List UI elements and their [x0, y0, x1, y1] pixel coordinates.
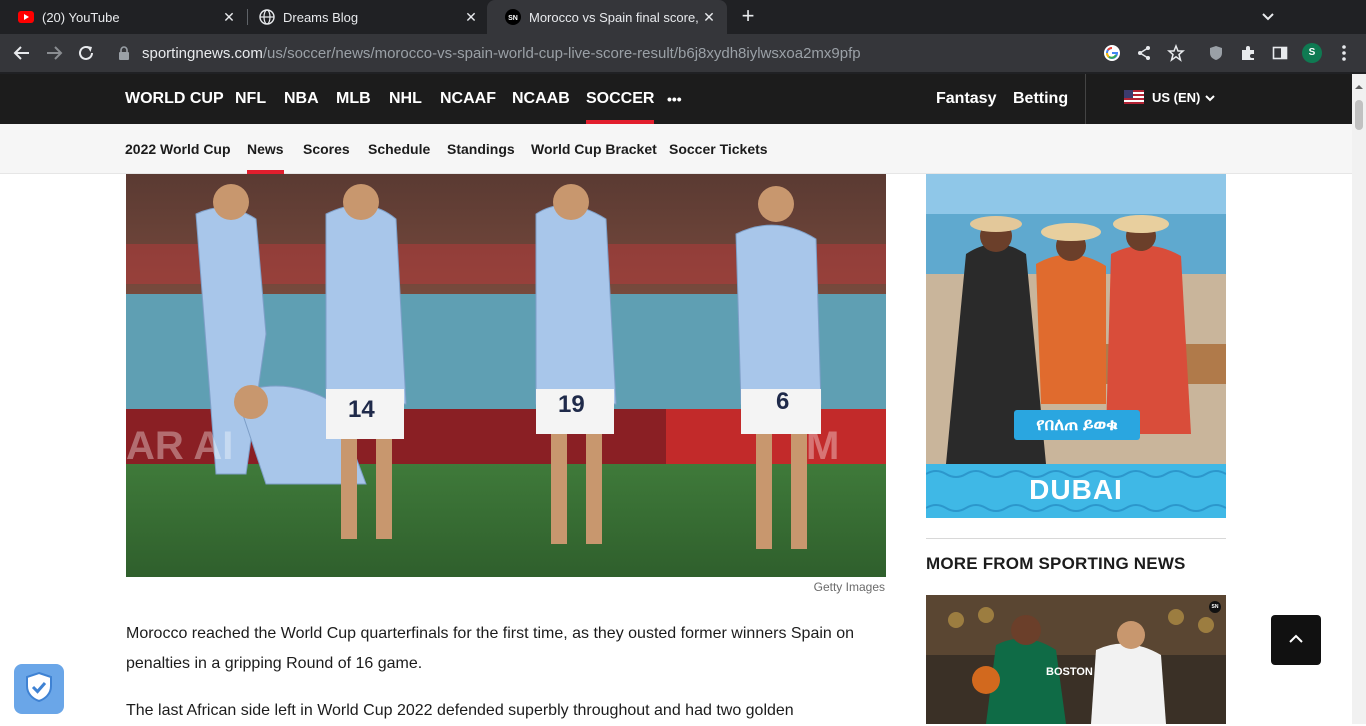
side-panel-icon[interactable] [1270, 43, 1290, 63]
svg-text:M: M [806, 424, 839, 468]
article-paragraph: Morocco reached the World Cup quarterfin… [126, 625, 855, 672]
tab-youtube[interactable]: (20) YouTube ✕ [0, 0, 247, 34]
svg-text:6: 6 [776, 388, 789, 415]
close-icon[interactable]: ✕ [701, 9, 717, 25]
subnav-schedule[interactable]: Schedule [368, 124, 430, 174]
more-from-heading: MORE FROM SPORTING NEWS [926, 554, 1186, 573]
close-icon[interactable]: ✕ [463, 9, 479, 25]
tab-dreams-blog[interactable]: Dreams Blog ✕ [241, 0, 489, 34]
tab-title: (20) YouTube [42, 9, 120, 25]
nav-divider [1085, 74, 1086, 124]
nav-mlb[interactable]: MLB [336, 74, 371, 124]
globe-icon [259, 9, 275, 25]
google-icon[interactable] [1102, 43, 1122, 63]
more-vertical-icon[interactable] [1334, 43, 1354, 63]
article-hero-photo: 14 19 6 AR AI M [126, 174, 886, 577]
tab-morocco-spain[interactable]: SN Morocco vs Spain final score, ✕ [487, 0, 727, 34]
nav-more-icon[interactable]: ••• [667, 74, 682, 124]
nav-betting[interactable]: Betting [1013, 74, 1068, 124]
scroll-up-arrow-icon[interactable] [1355, 78, 1363, 89]
ad-dubai-logo: DUBAI [1029, 474, 1123, 505]
sporting-news-badge-icon: SN [1209, 601, 1221, 613]
sporting-news-icon: SN [505, 9, 521, 25]
subnav-soccer-tickets[interactable]: Soccer Tickets [669, 124, 768, 174]
tab-search-chevron-icon[interactable] [1259, 8, 1277, 26]
svg-text:14: 14 [348, 396, 375, 423]
page-scrollbar[interactable] [1352, 74, 1366, 724]
browser-toolbar: sportingnews.com/us/soccer/news/morocco-… [0, 34, 1366, 72]
article-paragraph: The last African side left in World Cup … [126, 702, 794, 719]
related-article-thumbnail[interactable]: BOSTON SN [926, 595, 1226, 724]
nav-nfl[interactable]: NFL [235, 74, 266, 124]
address-bar[interactable]: sportingnews.com/us/soccer/news/morocco-… [118, 37, 1098, 69]
chevron-up-icon [1288, 631, 1304, 649]
region-selector[interactable]: US (EN) [1152, 74, 1200, 122]
profile-avatar[interactable]: S [1302, 43, 1322, 63]
shield-check-icon [25, 671, 53, 708]
subnav-world-cup-bracket[interactable]: World Cup Bracket [531, 124, 657, 174]
nav-world-cup[interactable]: WORLD CUP [125, 74, 224, 124]
svg-text:AR AI: AR AI [126, 424, 233, 468]
scrollbar-thumb[interactable] [1355, 100, 1363, 130]
lock-icon[interactable] [118, 46, 134, 60]
extensions-puzzle-icon[interactable] [1238, 43, 1258, 63]
nav-soccer[interactable]: SOCCER [586, 74, 655, 124]
site-main-nav: WORLD CUP NFL NBA MLB NHL NCAAF NCAAB SO… [0, 74, 1352, 124]
forward-arrow-icon[interactable] [44, 43, 64, 63]
nav-ncaab[interactable]: NCAAB [512, 74, 570, 124]
close-icon[interactable]: ✕ [221, 9, 237, 25]
subnav-scores[interactable]: Scores [303, 124, 350, 174]
tab-title: Dreams Blog [283, 9, 359, 25]
nav-nba[interactable]: NBA [284, 74, 319, 124]
nav-nhl[interactable]: NHL [389, 74, 422, 124]
back-to-top-button[interactable] [1271, 615, 1321, 665]
share-icon[interactable] [1134, 43, 1154, 63]
chevron-down-icon[interactable] [1204, 91, 1216, 103]
bookmark-star-icon[interactable] [1166, 43, 1186, 63]
privacy-shield-button[interactable] [14, 664, 64, 714]
dubai-advertisement[interactable]: የበለጠ ይወቁ DUBAI [926, 174, 1226, 518]
back-arrow-icon[interactable] [12, 43, 32, 63]
url-path: /us/soccer/news/morocco-vs-spain-world-c… [262, 44, 861, 62]
extension-shield-icon[interactable] [1206, 43, 1226, 63]
soccer-sub-nav: 2022 World Cup News Scores Schedule Stan… [0, 124, 1352, 174]
svg-text:SN: SN [508, 15, 518, 22]
svg-text:BOSTON: BOSTON [1046, 666, 1093, 678]
us-flag-icon[interactable] [1124, 90, 1144, 104]
url-host: sportingnews.com [142, 44, 263, 62]
subnav-news[interactable]: News [247, 124, 284, 174]
sidebar-divider [926, 538, 1226, 539]
reload-icon[interactable] [76, 43, 96, 63]
nav-ncaaf[interactable]: NCAAF [440, 74, 496, 124]
new-tab-icon[interactable]: + [737, 5, 759, 28]
browser-tab-bar: (20) YouTube ✕ Dreams Blog ✕ SN Morocco … [0, 0, 1366, 34]
subnav-2022-world-cup[interactable]: 2022 World Cup [125, 124, 231, 174]
nav-fantasy[interactable]: Fantasy [936, 74, 996, 124]
tab-title: Morocco vs Spain final score, [529, 9, 699, 25]
youtube-icon [18, 9, 34, 25]
ad-learn-more-button[interactable]: የበለጠ ይወቁ [1014, 410, 1140, 440]
svg-text:19: 19 [558, 391, 585, 418]
photo-credit: Getty Images [813, 580, 885, 594]
subnav-standings[interactable]: Standings [447, 124, 515, 174]
